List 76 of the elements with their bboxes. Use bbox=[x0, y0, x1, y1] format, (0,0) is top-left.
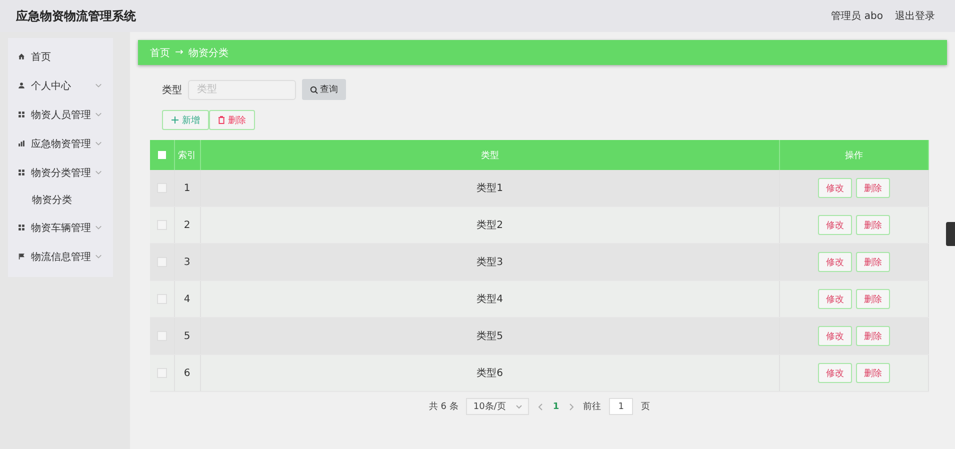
side-drawer-tab[interactable] bbox=[946, 222, 955, 246]
row-checkbox[interactable] bbox=[156, 294, 167, 304]
row-checkbox[interactable] bbox=[156, 220, 167, 230]
chevron-down-icon bbox=[95, 224, 102, 231]
trash-icon bbox=[218, 116, 225, 124]
plus-icon bbox=[171, 116, 179, 124]
edit-button[interactable]: 修改 bbox=[818, 289, 852, 309]
row-checkbox[interactable] bbox=[156, 368, 167, 378]
admin-username: 管理员 abo bbox=[831, 10, 883, 23]
column-header: 操作 bbox=[780, 140, 928, 170]
delete-button[interactable]: 删除 bbox=[856, 252, 890, 272]
row-checkbox[interactable] bbox=[156, 330, 167, 341]
grid-icon bbox=[18, 169, 25, 176]
type-cell: 类型5 bbox=[200, 318, 780, 354]
delete-button[interactable]: 删除 bbox=[856, 289, 890, 309]
index-cell: 3 bbox=[174, 244, 200, 280]
delete-button[interactable]: 删除 bbox=[856, 326, 890, 346]
grid-icon bbox=[18, 111, 25, 118]
arrow-separator: → bbox=[175, 47, 184, 58]
edit-button[interactable]: 修改 bbox=[818, 326, 852, 346]
delete-button[interactable]: 删除 bbox=[856, 363, 890, 383]
sidebar-item[interactable]: 物资人员管理 bbox=[8, 100, 113, 129]
search-icon bbox=[310, 86, 318, 94]
sidebar-item[interactable]: 应急物资管理 bbox=[8, 129, 113, 158]
system-title: 应急物资物流管理系统 bbox=[16, 8, 136, 24]
sidebar-item[interactable]: 个人中心 bbox=[8, 71, 113, 100]
previous-page-icon[interactable] bbox=[536, 402, 545, 410]
search-button[interactable]: 查询 bbox=[302, 79, 346, 100]
search-label: 类型 bbox=[162, 84, 182, 96]
chevron-down-icon bbox=[516, 404, 522, 408]
sidebar-subitem[interactable]: 物资分类 bbox=[8, 187, 113, 213]
chevron-down-icon bbox=[95, 140, 102, 147]
grid-icon bbox=[18, 224, 25, 231]
select-all-checkbox[interactable] bbox=[158, 150, 166, 159]
chevron-down-icon bbox=[95, 253, 102, 260]
index-cell: 1 bbox=[174, 170, 200, 206]
index-cell: 6 bbox=[174, 354, 200, 392]
sidebar-item[interactable]: 物资车辆管理 bbox=[8, 213, 113, 242]
chevron-down-icon bbox=[95, 82, 102, 89]
index-cell: 5 bbox=[174, 318, 200, 354]
home-icon bbox=[18, 53, 25, 60]
goto-label: 前往 bbox=[583, 400, 602, 413]
sidebar-item[interactable]: 首页 bbox=[8, 42, 113, 71]
goto-page-field[interactable]: 1 bbox=[609, 398, 634, 415]
chevron-down-icon bbox=[95, 169, 102, 176]
type-cell: 类型1 bbox=[200, 170, 780, 206]
delete-button[interactable]: 删除 bbox=[856, 215, 890, 235]
page-unit: 页 bbox=[641, 401, 650, 413]
edit-button[interactable]: 修改 bbox=[818, 252, 852, 272]
delete-button[interactable]: 删除 bbox=[209, 110, 255, 130]
page-number[interactable]: 1 bbox=[552, 402, 560, 412]
bar-chart-icon bbox=[18, 140, 25, 147]
chevron-down-icon bbox=[95, 111, 102, 118]
column-header: 类型 bbox=[200, 140, 780, 170]
column-header: 索引 bbox=[174, 140, 200, 170]
sidebar-item[interactable]: 物流信息管理 bbox=[8, 242, 113, 271]
edit-button[interactable]: 修改 bbox=[818, 178, 852, 198]
type-cell: 类型4 bbox=[200, 280, 780, 318]
type-cell: 类型2 bbox=[200, 206, 780, 244]
type-cell: 类型6 bbox=[200, 354, 780, 392]
total-count: 共 6 条 bbox=[428, 400, 458, 413]
logout-link[interactable]: 退出登录 bbox=[895, 9, 935, 23]
type-cell: 类型3 bbox=[200, 244, 780, 280]
edit-button[interactable]: 修改 bbox=[818, 215, 852, 235]
flag-icon bbox=[18, 253, 25, 260]
sidebar-item[interactable]: 物资分类管理 bbox=[8, 158, 113, 187]
row-checkbox[interactable] bbox=[156, 256, 167, 267]
user-icon bbox=[18, 82, 25, 89]
index-cell: 4 bbox=[174, 280, 200, 318]
edit-button[interactable]: 修改 bbox=[818, 363, 852, 383]
row-checkbox[interactable] bbox=[156, 182, 167, 193]
next-page-icon[interactable] bbox=[567, 402, 576, 410]
index-cell: 2 bbox=[174, 206, 200, 244]
delete-button[interactable]: 删除 bbox=[856, 178, 890, 198]
page-size-select[interactable]: 10条/页 bbox=[466, 398, 529, 415]
add-button[interactable]: 新增 bbox=[162, 110, 209, 130]
